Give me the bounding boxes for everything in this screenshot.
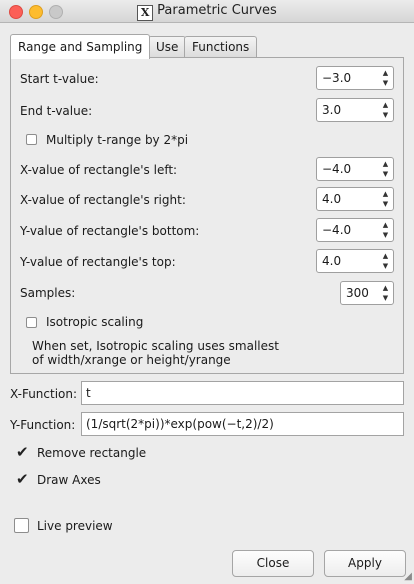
draw-axes-label: Draw Axes — [37, 473, 101, 487]
tab-use[interactable]: Use — [148, 36, 187, 57]
spinner-arrows-icon[interactable]: ▲ ▼ — [380, 220, 391, 240]
y-function-label: Y-Function: — [10, 418, 76, 432]
window-title-area: X Parametric Curves — [0, 3, 414, 21]
start-t-label: Start t-value: — [20, 72, 99, 86]
spinner-arrows-icon[interactable]: ▲ ▼ — [380, 251, 391, 271]
isotropic-note-line1: When set, Isotropic scaling uses smalles… — [32, 339, 279, 353]
samples-spinner[interactable]: 300 ▲ ▼ — [340, 281, 394, 305]
isotropic-checkbox[interactable] — [26, 317, 37, 328]
x-left-label: X-value of rectangle's left: — [20, 163, 178, 177]
isotropic-note-line2: of width/xrange or height/yrange — [32, 353, 231, 367]
start-t-spinner[interactable]: −3.0 ▲ ▼ — [316, 66, 394, 90]
spinner-arrows-icon[interactable]: ▲ ▼ — [380, 189, 391, 209]
x-function-input[interactable]: t — [81, 381, 404, 405]
y-function-input[interactable]: (1/sqrt(2*pi))*exp(pow(−t,2)/2) — [81, 412, 404, 436]
y-bottom-spinner[interactable]: −4.0 ▲ ▼ — [316, 218, 394, 242]
end-t-label: End t-value: — [20, 104, 93, 118]
y-top-label: Y-value of rectangle's top: — [20, 255, 176, 269]
x11-logo-icon: X — [137, 5, 154, 21]
x-right-spinner[interactable]: 4.0 ▲ ▼ — [316, 187, 394, 211]
samples-value: 300 — [346, 286, 369, 300]
spinner-arrows-icon[interactable]: ▲ ▼ — [380, 159, 391, 179]
y-top-spinner[interactable]: 4.0 ▲ ▼ — [316, 249, 394, 273]
close-button[interactable]: Close — [232, 550, 314, 577]
x-left-value: −4.0 — [322, 162, 352, 176]
live-preview-label: Live preview — [37, 519, 113, 533]
samples-label: Samples: — [20, 286, 76, 300]
title-bar: X Parametric Curves — [0, 0, 414, 23]
window-title: Parametric Curves — [157, 3, 277, 18]
multiply-2pi-label: Multiply t-range by 2*pi — [46, 133, 189, 147]
y-bottom-label: Y-value of rectangle's bottom: — [20, 224, 200, 238]
apply-button[interactable]: Apply — [324, 550, 406, 577]
remove-rectangle-label: Remove rectangle — [37, 446, 147, 460]
x-right-value: 4.0 — [322, 192, 342, 206]
end-t-value: 3.0 — [322, 103, 342, 117]
spinner-arrows-icon[interactable]: ▲ ▼ — [380, 283, 391, 303]
x-function-label: X-Function: — [10, 387, 78, 401]
start-t-value: −3.0 — [322, 71, 352, 85]
spinner-arrows-icon[interactable]: ▲ ▼ — [380, 68, 391, 88]
remove-rectangle-checkmark-icon[interactable]: ✔ — [16, 445, 29, 460]
draw-axes-checkmark-icon[interactable]: ✔ — [16, 472, 29, 487]
resize-grip-icon[interactable]: ◢ — [404, 571, 412, 582]
tab-range-and-sampling[interactable]: Range and Sampling — [10, 34, 151, 59]
spinner-arrows-icon[interactable]: ▲ ▼ — [380, 100, 391, 120]
tab-functions[interactable]: Functions — [184, 36, 258, 57]
x-right-label: X-value of rectangle's right: — [20, 193, 186, 207]
multiply-2pi-checkbox[interactable] — [26, 134, 37, 145]
x-left-spinner[interactable]: −4.0 ▲ ▼ — [316, 157, 394, 181]
y-top-value: 4.0 — [322, 254, 342, 268]
end-t-spinner[interactable]: 3.0 ▲ ▼ — [316, 98, 394, 122]
live-preview-checkbox[interactable] — [14, 518, 29, 533]
y-bottom-value: −4.0 — [322, 223, 352, 237]
isotropic-label: Isotropic scaling — [46, 315, 144, 329]
